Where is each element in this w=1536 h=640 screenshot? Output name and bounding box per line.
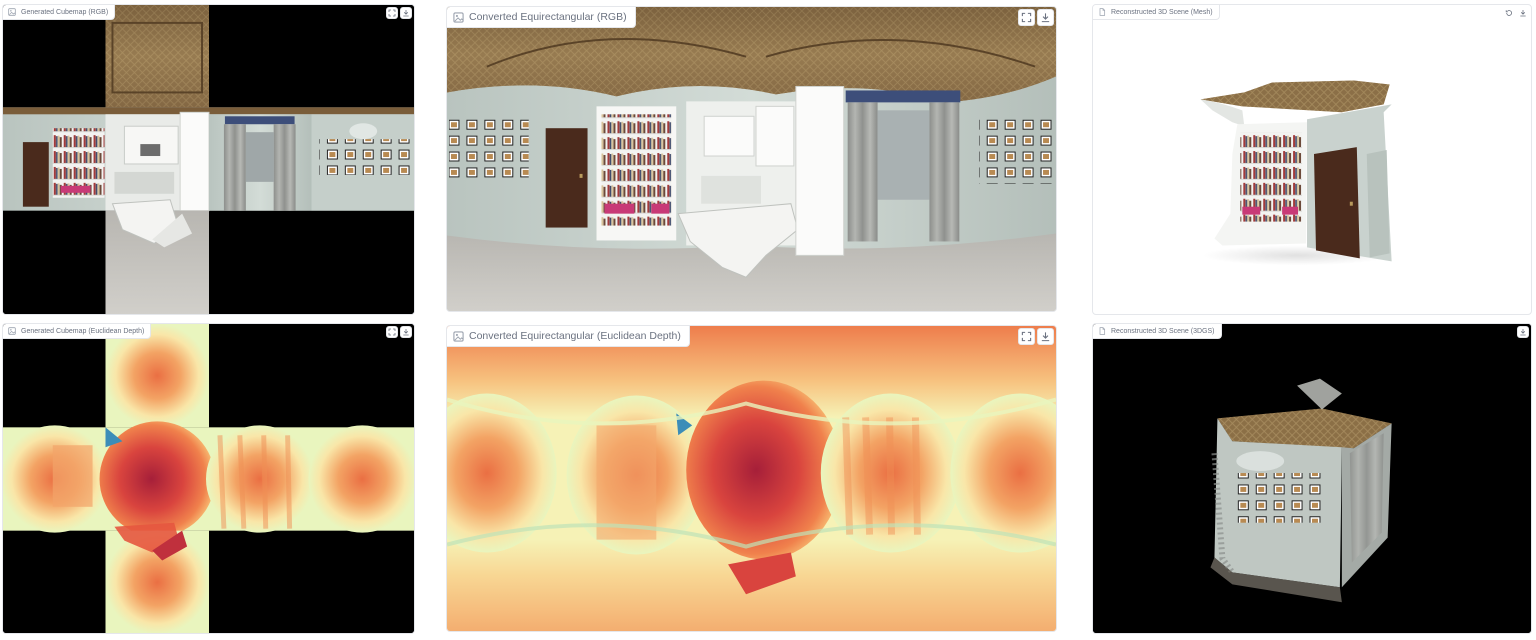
- cubemap-rgb-image: [3, 5, 414, 314]
- download-button[interactable]: [1517, 326, 1529, 338]
- download-icon: [402, 328, 410, 336]
- reset-view-icon: [1505, 9, 1513, 17]
- equirect-depth-image: [447, 326, 1056, 631]
- cubemap-depth-panel: Generated Cubemap (Euclidean Depth): [2, 323, 415, 634]
- cubemap-rgb-toolbar: [386, 7, 412, 19]
- cubemap-depth-image: [3, 324, 414, 633]
- mesh-3d-canvas[interactable]: [1093, 5, 1531, 314]
- fullscreen-icon: [388, 9, 396, 17]
- gs3d-canvas[interactable]: [1093, 324, 1531, 633]
- image-icon: [8, 8, 16, 16]
- download-icon: [1519, 328, 1527, 336]
- cubemap-rgb-panel: Generated Cubemap (RGB): [2, 4, 415, 315]
- download-icon: [1519, 9, 1527, 17]
- download-button[interactable]: [1037, 9, 1054, 26]
- image-icon: [453, 12, 464, 23]
- reset-view-button[interactable]: [1503, 7, 1515, 19]
- download-button[interactable]: [400, 7, 412, 19]
- fullscreen-button[interactable]: [1018, 328, 1035, 345]
- image-icon: [8, 327, 16, 335]
- download-button[interactable]: [1037, 328, 1054, 345]
- equirect-depth-panel: Converted Equirectangular (Euclidean Dep…: [446, 325, 1057, 632]
- mesh-viewer-panel[interactable]: Reconstructed 3D Scene (Mesh): [1092, 4, 1532, 315]
- equirect-depth-toolbar: [1018, 328, 1054, 345]
- equirect-rgb-toolbar: [1018, 9, 1054, 26]
- fullscreen-icon: [1021, 12, 1032, 23]
- download-icon: [1040, 12, 1051, 23]
- fullscreen-button[interactable]: [1018, 9, 1035, 26]
- fullscreen-button[interactable]: [386, 326, 398, 338]
- file-icon: [1098, 8, 1106, 16]
- gs3d-viewer-panel[interactable]: Reconstructed 3D Scene (3DGS): [1092, 323, 1532, 634]
- mesh-label: Reconstructed 3D Scene (Mesh): [1093, 5, 1220, 20]
- gs3d-toolbar: [1517, 326, 1529, 338]
- gs3d-label: Reconstructed 3D Scene (3DGS): [1093, 324, 1222, 339]
- fullscreen-icon: [1021, 331, 1032, 342]
- download-button[interactable]: [400, 326, 412, 338]
- fullscreen-icon: [388, 328, 396, 336]
- equirect-rgb-panel: Converted Equirectangular (RGB): [446, 6, 1057, 312]
- equirect-rgb-label: Converted Equirectangular (RGB): [447, 7, 636, 28]
- file-icon: [1098, 327, 1106, 335]
- equirect-depth-label: Converted Equirectangular (Euclidean Dep…: [447, 326, 690, 347]
- mesh-toolbar: [1503, 7, 1529, 19]
- cubemap-rgb-label: Generated Cubemap (RGB): [3, 5, 116, 20]
- image-icon: [453, 331, 464, 342]
- download-icon: [1040, 331, 1051, 342]
- equirect-rgb-image: [447, 7, 1056, 311]
- download-button[interactable]: [1517, 7, 1529, 19]
- fullscreen-button[interactable]: [386, 7, 398, 19]
- download-icon: [402, 9, 410, 17]
- cubemap-depth-label: Generated Cubemap (Euclidean Depth): [3, 324, 152, 339]
- cubemap-depth-toolbar: [386, 326, 412, 338]
